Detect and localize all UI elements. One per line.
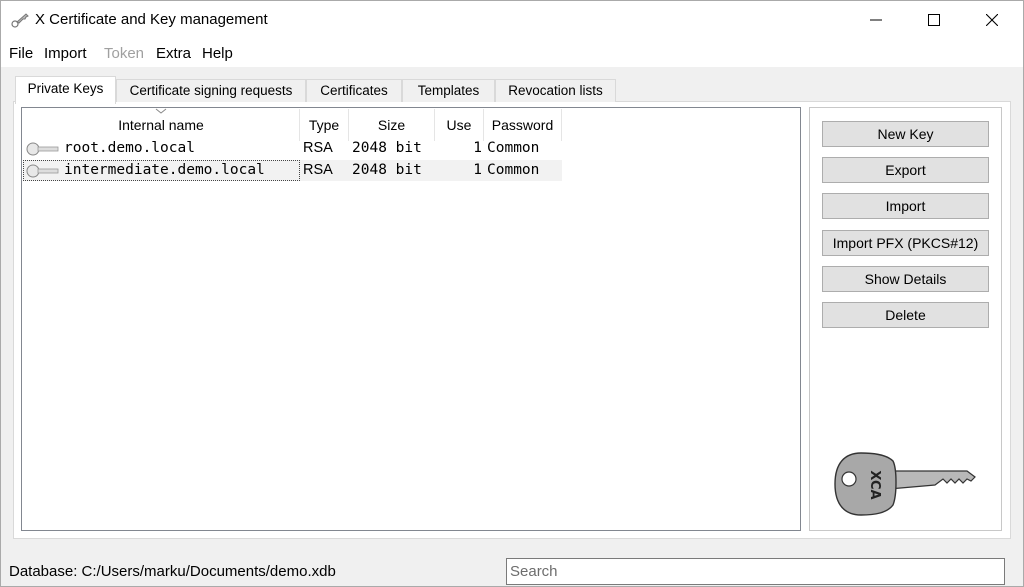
menu-bar: File Import Token Extra Help <box>1 39 1023 67</box>
menu-help[interactable]: Help <box>202 45 233 62</box>
column-label: Type <box>308 117 340 133</box>
tab-revocation-lists[interactable]: Revocation lists <box>495 79 616 102</box>
menu-file[interactable]: File <box>9 45 33 62</box>
close-icon <box>986 14 998 26</box>
import-pfx-button[interactable]: Import PFX (PKCS#12) <box>822 230 989 256</box>
chevron-down-icon <box>155 108 167 114</box>
private-keys-list[interactable]: Internal name Type Size Use Password roo… <box>21 107 801 531</box>
cell-password: Common <box>487 140 540 156</box>
cell-use: 1 <box>473 162 482 178</box>
show-details-button[interactable]: Show Details <box>822 266 989 292</box>
cell-internal-name: root.demo.local <box>64 140 195 156</box>
column-header-use[interactable]: Use <box>435 109 484 141</box>
column-header-password[interactable]: Password <box>484 109 562 141</box>
cell-password: Common <box>487 162 540 178</box>
tab-certificates[interactable]: Certificates <box>306 79 402 102</box>
cell-type: RSA <box>303 140 333 156</box>
key-icon <box>11 13 29 28</box>
menu-import[interactable]: Import <box>44 45 87 62</box>
cell-type: RSA <box>303 162 333 178</box>
minimize-button[interactable] <box>853 1 899 39</box>
cell-size: 2048 bit <box>352 140 422 156</box>
table-row[interactable]: root.demo.local RSA 2048 bit 1 Common <box>23 138 562 159</box>
main-window: X Certificate and Key management File Im… <box>0 0 1024 587</box>
column-header-internal-name[interactable]: Internal name <box>23 108 300 141</box>
cell-use: 1 <box>473 140 482 156</box>
xca-key-logo: XCA <box>834 452 976 516</box>
export-button[interactable]: Export <box>822 157 989 183</box>
cell-size: 2048 bit <box>352 162 422 178</box>
database-path: Database: C:/Users/marku/Documents/demo.… <box>9 563 336 580</box>
tab-certificate-signing-requests[interactable]: Certificate signing requests <box>116 79 306 102</box>
import-button[interactable]: Import <box>822 193 989 219</box>
column-header-size[interactable]: Size <box>349 109 435 141</box>
tab-private-keys[interactable]: Private Keys <box>15 76 116 104</box>
delete-button[interactable]: Delete <box>822 302 989 328</box>
column-label: Password <box>491 117 554 133</box>
window-title: X Certificate and Key management <box>35 11 268 28</box>
maximize-button[interactable] <box>911 1 957 39</box>
menu-token[interactable]: Token <box>104 45 144 62</box>
menu-extra[interactable]: Extra <box>156 45 191 62</box>
column-label: Use <box>446 117 472 133</box>
column-header-type[interactable]: Type <box>300 109 349 141</box>
tab-templates[interactable]: Templates <box>402 79 495 102</box>
new-key-button[interactable]: New Key <box>822 121 989 147</box>
key-icon <box>26 142 59 156</box>
column-label: Size <box>377 117 406 133</box>
search-input[interactable] <box>506 558 1005 585</box>
table-row[interactable]: intermediate.demo.local RSA 2048 bit 1 C… <box>23 160 562 181</box>
title-bar[interactable]: X Certificate and Key management <box>1 1 1023 39</box>
column-label: Internal name <box>118 117 204 133</box>
logo-text: XCA <box>867 470 882 499</box>
maximize-icon <box>928 14 940 26</box>
minimize-icon <box>870 19 882 21</box>
close-button[interactable] <box>969 1 1015 39</box>
cell-internal-name: intermediate.demo.local <box>64 162 265 178</box>
